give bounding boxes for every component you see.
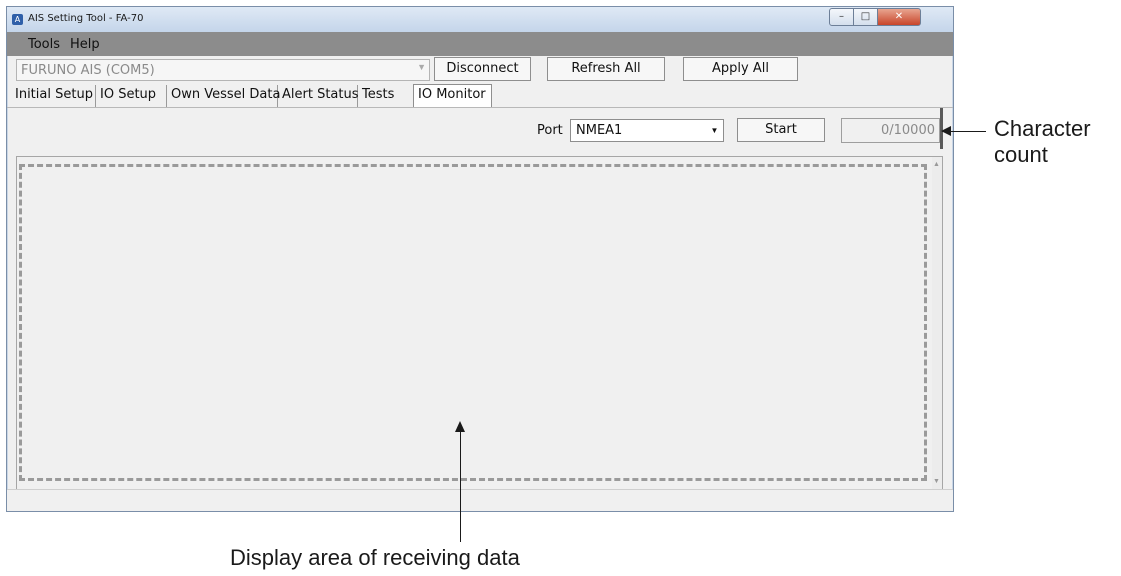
app-window: A AIS Setting Tool - FA-70 – □ ✕ Tools H… [6,6,954,512]
port-select-value: NMEA1 [576,123,623,138]
display-area-highlight [19,164,927,481]
menu-help[interactable]: Help [70,37,100,52]
port-label: Port [537,123,563,138]
tab-alert-status[interactable]: Alert Status [278,85,359,107]
tab-io-setup[interactable]: IO Setup [96,85,167,107]
character-count-callout-arrow [941,126,951,136]
disconnect-button[interactable]: Disconnect [434,57,531,81]
scroll-up-icon[interactable]: ▲ [933,161,940,168]
character-count-value: 0/10000 [880,123,935,138]
tab-tests[interactable]: Tests [358,85,412,107]
dropdown-arrow-icon[interactable]: ▼ [708,123,721,138]
app-icon: A [12,14,23,25]
character-count-annotation-line1: Character [994,116,1091,141]
device-select-value: FURUNO AIS (COM5) [21,63,155,78]
menu-tools[interactable]: Tools [28,37,60,52]
close-icon[interactable]: ✕ [877,8,921,26]
dropdown-arrow-icon: ▼ [417,62,426,72]
minimize-icon[interactable]: – [829,8,854,26]
tab-io-monitor[interactable]: IO Monitor [413,84,492,108]
status-bar [7,489,953,511]
character-count-field: 0/10000 [841,118,940,143]
device-select[interactable]: FURUNO AIS (COM5) ▼ [16,59,430,81]
scroll-down-icon[interactable]: ▼ [933,478,940,485]
tab-own-vessel-data[interactable]: Own Vessel Data [167,85,280,107]
title-bar[interactable]: A AIS Setting Tool - FA-70 – □ ✕ [7,7,953,32]
start-button[interactable]: Start [737,118,825,142]
port-select[interactable]: NMEA1 ▼ [570,119,724,142]
display-area-callout-line [460,431,461,542]
menu-bar: Tools Help [7,32,953,56]
character-count-annotation-line2: count [994,142,1048,167]
vertical-scrollbar[interactable]: ▲ ▼ [932,157,942,489]
tab-initial-setup[interactable]: Initial Setup [11,85,96,107]
character-count-annotation: Character count [994,116,1091,168]
display-area-annotation: Display area of receiving data [230,545,520,570]
maximize-icon[interactable]: □ [853,8,878,26]
apply-all-button[interactable]: Apply All [683,57,798,81]
refresh-all-button[interactable]: Refresh All [547,57,665,81]
window-title: AIS Setting Tool - FA-70 [28,13,144,24]
tab-divider [7,107,953,108]
